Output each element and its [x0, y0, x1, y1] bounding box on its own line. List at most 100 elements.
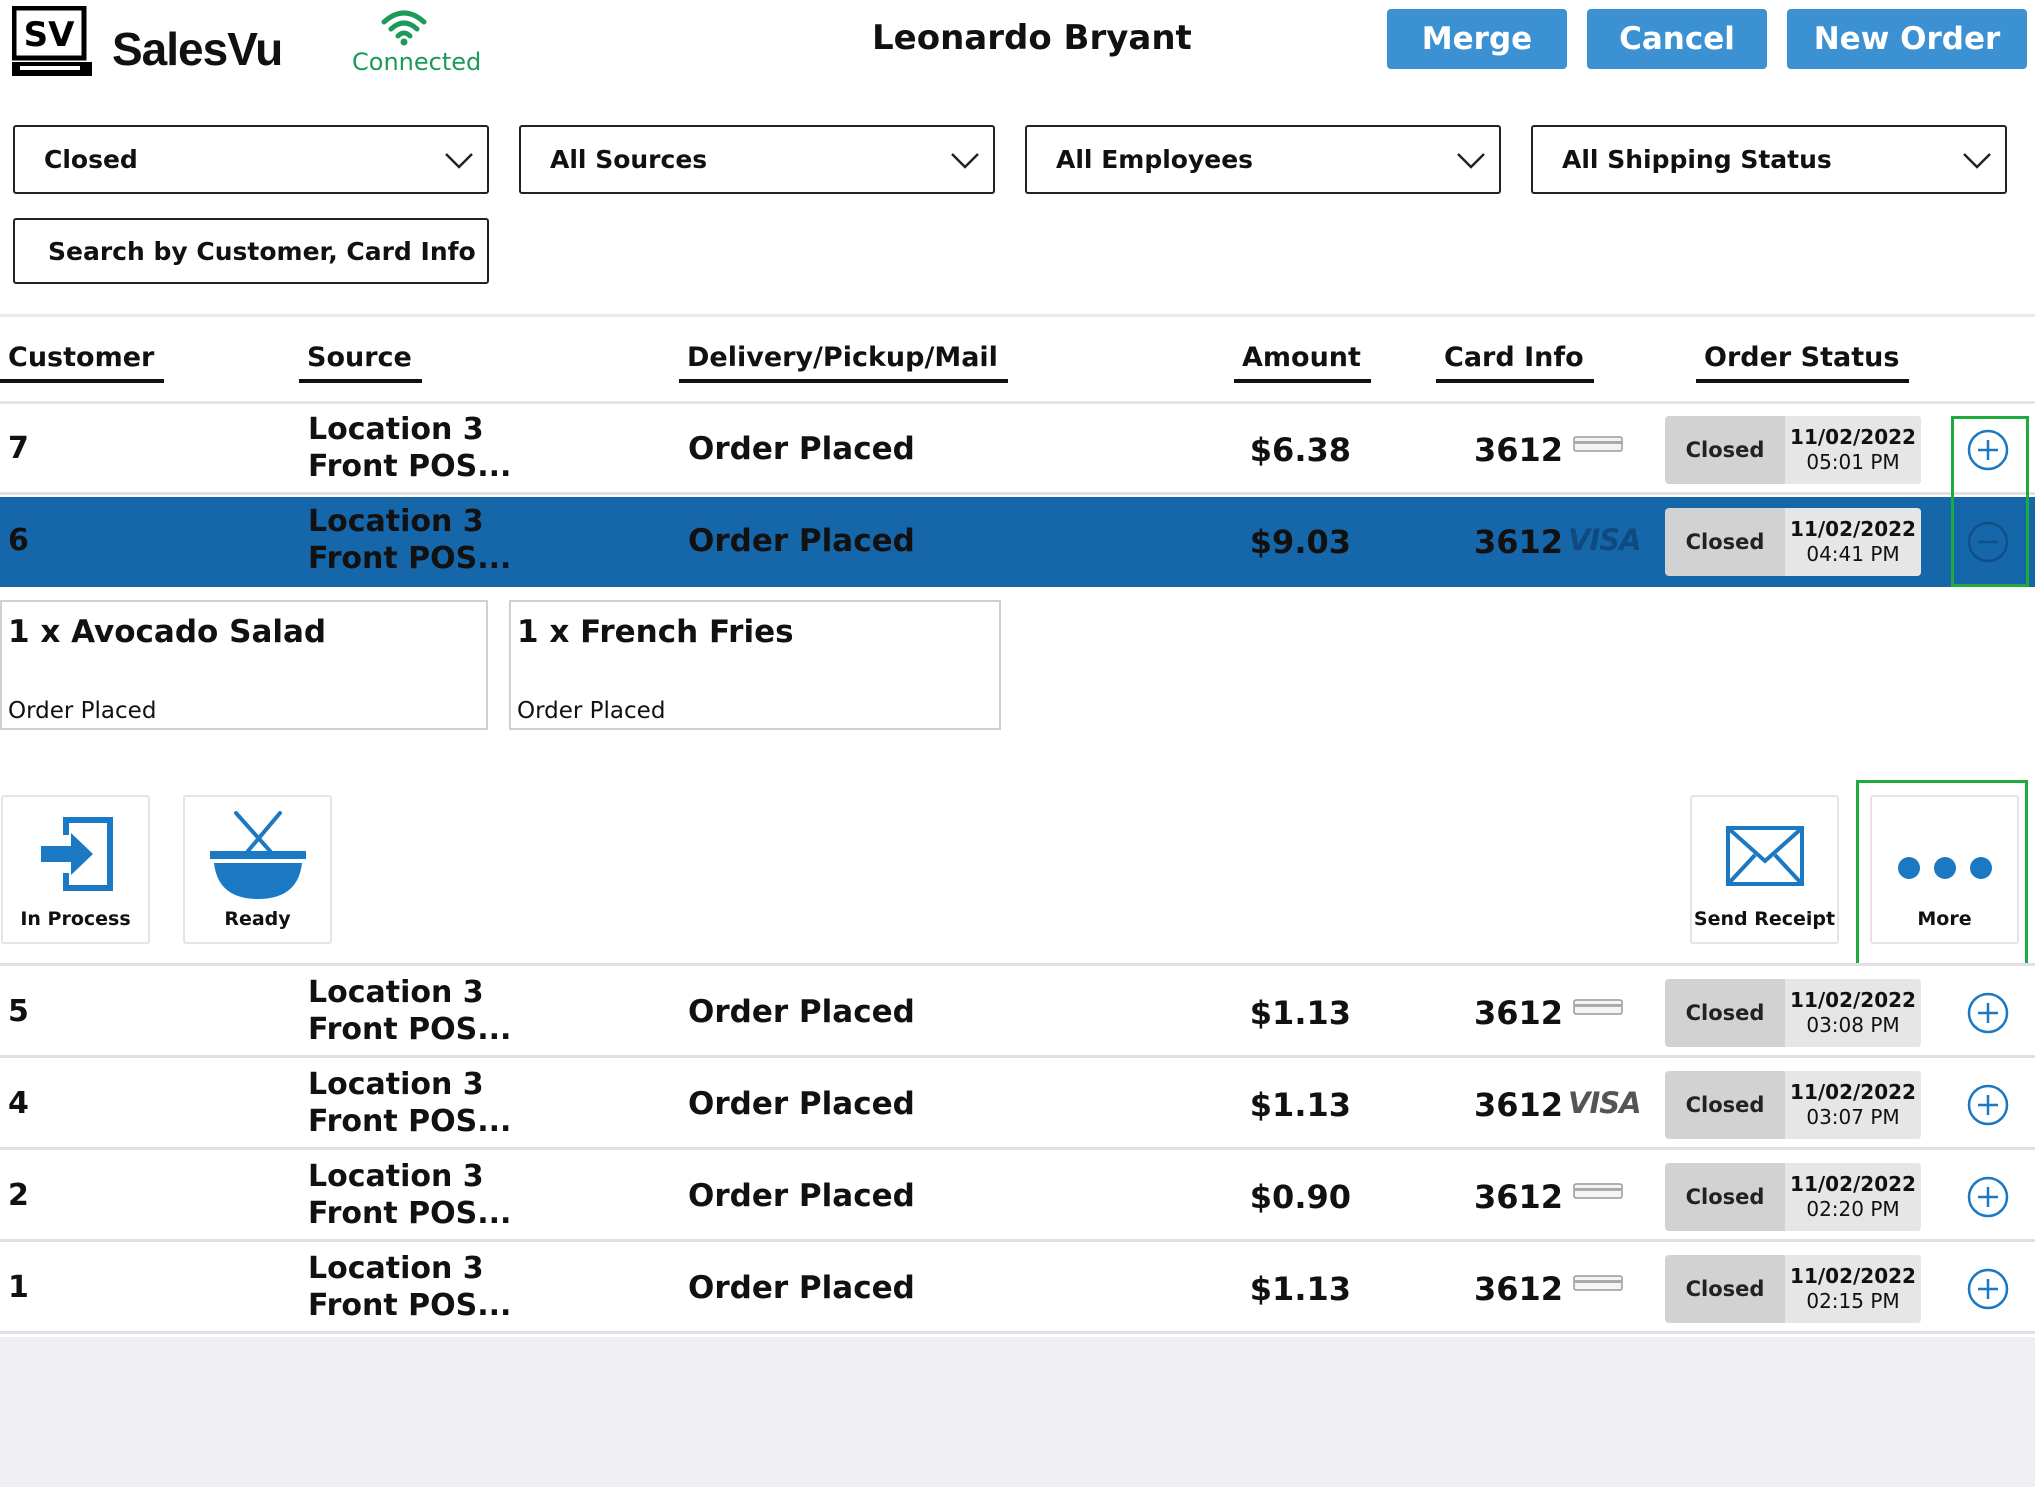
delivery-cell: Order Placed — [688, 1086, 915, 1122]
employees-filter-select[interactable]: All Employees — [1025, 125, 1501, 194]
status-label: Closed — [1685, 1093, 1765, 1117]
status-datetime: 11/02/2022 04:41 PM — [1785, 508, 1921, 576]
source-cell: Location 3 Front POS... — [308, 1251, 512, 1323]
employees-filter-value: All Employees — [1056, 145, 1254, 174]
delivery-cell: Order Placed — [688, 431, 915, 467]
card-last4-cell: 3612 — [1474, 431, 1564, 469]
source-cell: Location 3 Front POS... — [308, 504, 512, 576]
order-status-badge: Closed 11/02/2022 02:15 PM — [1665, 1255, 1921, 1323]
chevron-down-icon — [445, 153, 473, 169]
status-label: Closed — [1685, 530, 1765, 554]
send-receipt-label: Send Receipt — [1693, 908, 1836, 930]
chevron-down-icon — [1963, 153, 1991, 169]
brand-name: SalesVu — [112, 23, 283, 75]
status-datetime: 11/02/2022 03:07 PM — [1785, 1071, 1921, 1139]
card-last4-cell: 3612 — [1474, 994, 1564, 1032]
salesvu-logo-icon: SV — [11, 5, 92, 78]
merge-button[interactable]: Merge — [1387, 9, 1567, 69]
column-header-order-status[interactable]: Order Status — [1696, 342, 1910, 383]
visa-logo-icon: VISA — [1568, 1086, 1642, 1120]
amount-cell: $6.38 — [1249, 431, 1351, 469]
amount-cell: $1.13 — [1249, 1270, 1351, 1308]
search-placeholder: Search by Customer, Card Info — [48, 236, 476, 266]
status-datetime: 11/02/2022 03:08 PM — [1785, 979, 1921, 1047]
expand-plus-icon[interactable] — [1967, 992, 2009, 1034]
table-row[interactable]: 7 Location 3 Front POS... Order Placed $6… — [0, 405, 2035, 495]
item-status: Order Placed — [8, 698, 157, 724]
delivery-cell: Order Placed — [688, 1178, 915, 1214]
user-name: Leonardo Bryant — [872, 18, 1192, 58]
empty-list-area — [0, 1337, 2035, 1487]
status-filter-select[interactable]: Closed — [13, 125, 489, 194]
table-row[interactable]: 1 Location 3 Front POS... Order Placed $1… — [0, 1244, 2035, 1334]
source-cell: Location 3 Front POS... — [308, 1159, 512, 1231]
order-status-badge: Closed 11/02/2022 03:08 PM — [1665, 979, 1921, 1047]
status-datetime: 11/02/2022 05:01 PM — [1785, 416, 1921, 484]
column-header-amount[interactable]: Amount — [1234, 342, 1371, 383]
chevron-down-icon — [1457, 153, 1485, 169]
card-last4-cell: 3612 — [1474, 1086, 1564, 1124]
customer-search-input[interactable]: Search by Customer, Card Info — [13, 218, 489, 284]
sources-filter-value: All Sources — [550, 145, 708, 174]
customer-cell: 7 — [8, 431, 29, 466]
customer-cell: 6 — [8, 523, 29, 558]
ready-label: Ready — [224, 908, 291, 930]
card-last4-cell: 3612 — [1474, 523, 1564, 561]
expand-plus-icon[interactable] — [1967, 1268, 2009, 1310]
divider — [0, 314, 2035, 317]
shipping-filter-select[interactable]: All Shipping Status — [1531, 125, 2007, 194]
status-datetime: 11/02/2022 02:20 PM — [1785, 1163, 1921, 1231]
credit-card-icon — [1573, 999, 1623, 1015]
order-status-badge: Closed 11/02/2022 03:07 PM — [1665, 1071, 1921, 1139]
divider — [0, 401, 2035, 404]
order-status-badge: Closed 11/02/2022 04:41 PM — [1665, 508, 1921, 576]
connection-status: Connected — [352, 48, 482, 76]
expand-plus-icon[interactable] — [1967, 1084, 2009, 1126]
table-row[interactable]: 5 Location 3 Front POS... Order Placed $1… — [0, 968, 2035, 1058]
expand-plus-icon[interactable] — [1967, 1176, 2009, 1218]
visa-logo-icon: VISA — [1568, 523, 1642, 557]
table-row-selected[interactable]: 6 Location 3 Front POS... Order Placed $9… — [0, 497, 2035, 587]
order-status-badge: Closed 11/02/2022 05:01 PM — [1665, 416, 1921, 484]
wifi-icon — [380, 8, 428, 52]
amount-cell: $0.90 — [1249, 1178, 1351, 1216]
app-header: SV SalesVu Connected Leonardo Bryant Mer… — [0, 0, 2035, 110]
column-header-delivery[interactable]: Delivery/Pickup/Mail — [679, 342, 1008, 383]
ready-button[interactable]: Ready — [183, 795, 332, 944]
card-last4-cell: 3612 — [1474, 1178, 1564, 1216]
customer-cell: 1 — [8, 1270, 29, 1305]
delivery-cell: Order Placed — [688, 1270, 915, 1306]
amount-cell: $9.03 — [1249, 523, 1351, 561]
in-process-button[interactable]: In Process — [1, 795, 150, 944]
chevron-down-icon — [951, 153, 979, 169]
item-status: Order Placed — [517, 698, 666, 724]
customer-cell: 2 — [8, 1178, 29, 1213]
order-item-card[interactable]: 1 x French Fries Order Placed — [509, 600, 1001, 730]
source-cell: Location 3 Front POS... — [308, 1067, 512, 1139]
arrow-into-box-icon — [40, 817, 113, 891]
delivery-cell: Order Placed — [688, 994, 915, 1030]
expand-toggle-highlight — [1951, 416, 2029, 587]
table-row[interactable]: 2 Location 3 Front POS... Order Placed $0… — [0, 1152, 2035, 1242]
source-cell: Location 3 Front POS... — [308, 412, 512, 484]
status-label: Closed — [1685, 438, 1765, 462]
credit-card-icon — [1573, 1275, 1623, 1291]
credit-card-icon — [1573, 436, 1623, 452]
sources-filter-select[interactable]: All Sources — [519, 125, 995, 194]
delivery-cell: Order Placed — [688, 523, 915, 559]
cancel-button[interactable]: Cancel — [1587, 9, 1767, 69]
column-header-card-info[interactable]: Card Info — [1436, 342, 1594, 383]
table-row[interactable]: 4 Location 3 Front POS... Order Placed $1… — [0, 1060, 2035, 1150]
column-header-customer[interactable]: Customer — [0, 342, 165, 383]
shipping-filter-value: All Shipping Status — [1562, 145, 1832, 174]
item-name: 1 x French Fries — [517, 614, 794, 650]
column-header-source[interactable]: Source — [299, 342, 422, 383]
send-receipt-button[interactable]: Send Receipt — [1690, 795, 1839, 944]
svg-text:SV: SV — [24, 15, 75, 55]
credit-card-icon — [1573, 1183, 1623, 1199]
new-order-button[interactable]: New Order — [1787, 9, 2027, 69]
food-bowl-icon — [209, 811, 306, 899]
source-cell: Location 3 Front POS... — [308, 975, 512, 1047]
in-process-label: In Process — [20, 908, 131, 930]
order-item-card[interactable]: 1 x Avocado Salad Order Placed — [0, 600, 488, 730]
